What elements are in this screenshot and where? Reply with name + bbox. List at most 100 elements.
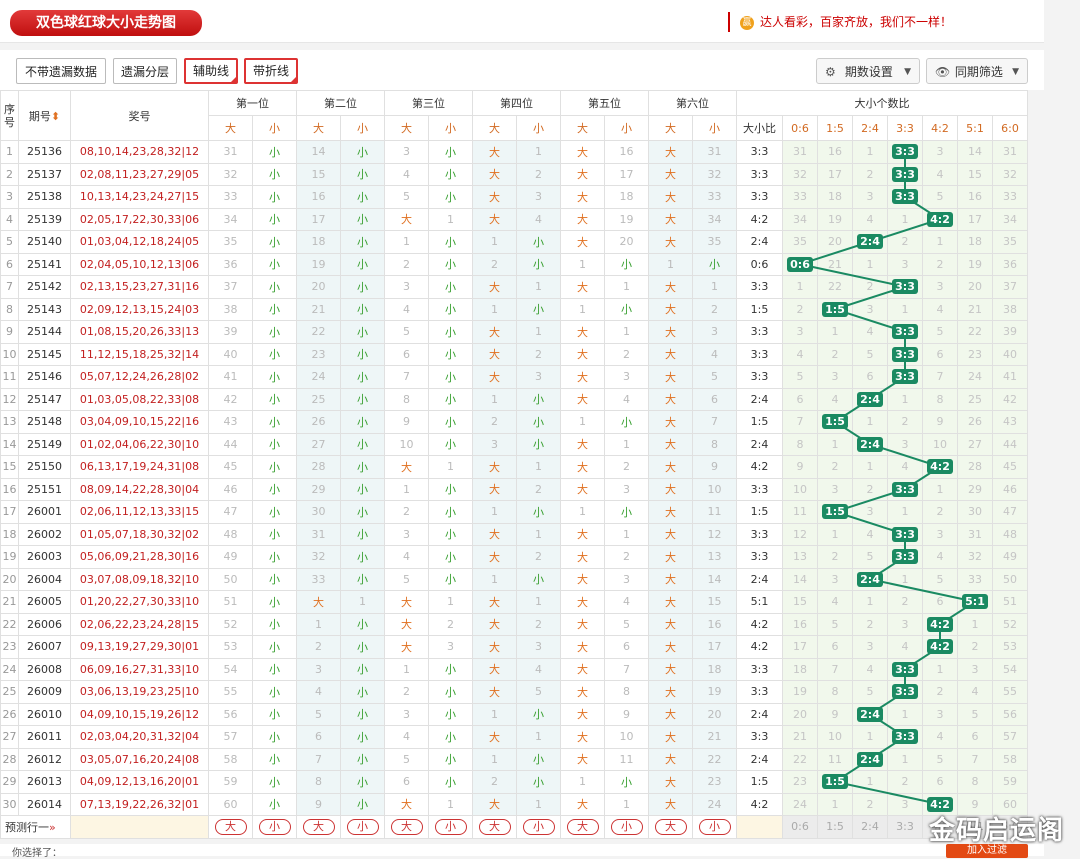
ratio-dist-cell: 4: [957, 680, 993, 704]
position-cell: 小: [428, 522, 473, 546]
same-period-filter-dropdown[interactable]: 👁 同期筛选 ▼: [926, 58, 1028, 84]
pos-header: 第六位: [648, 90, 737, 116]
ratio-dist-cell: 16: [817, 140, 853, 164]
seq-cell: 16: [0, 477, 19, 501]
ratio-dist-cell: 24: [957, 365, 993, 389]
prediction-cell: 大: [648, 815, 693, 839]
position-cell: 小: [252, 230, 297, 254]
ratio-dist-cell: 1: [817, 320, 853, 344]
predict-ratio-button[interactable]: 1:5: [826, 820, 844, 833]
period-setting-dropdown[interactable]: ⚙ 期数设置 ▼: [816, 58, 920, 84]
red-balls: 02,06,22,23,24,28: [79, 617, 182, 631]
ratio-hit-badge: 2:4: [857, 391, 883, 407]
predict-ratio-button[interactable]: 3:3: [896, 820, 914, 833]
ratio-dist-cell: 59: [992, 770, 1028, 794]
position-cell: 小: [340, 230, 385, 254]
ratio-cell: 3:3: [736, 365, 783, 389]
position-cell: 大: [472, 162, 517, 186]
predict-small-button[interactable]: 小: [610, 818, 643, 835]
table-row: 24 26008 06,09,16,27,31,33|10 54 小 3 小 1 小大 4 大 7 大 1…: [0, 657, 1028, 681]
blue-ball: 05: [185, 167, 200, 181]
missing-layer-button[interactable]: 遗漏分层: [113, 58, 177, 84]
prediction-cell: 大: [208, 815, 253, 839]
prediction-cell: 大: [560, 815, 605, 839]
issue-header[interactable]: 期号⬍: [18, 90, 71, 141]
predict-big-button[interactable]: 大: [478, 818, 511, 835]
issue-cell: 25146: [18, 365, 71, 389]
ratio-dist-cell: 19: [957, 252, 993, 276]
ratio-dist-cell: 1: [887, 207, 923, 231]
position-cell: 小: [252, 140, 297, 164]
ratio-dist-cell: 3: [852, 635, 888, 659]
predict-big-button[interactable]: 大: [566, 818, 599, 835]
position-cell: 小: [340, 252, 385, 276]
ratio-dist-cell: 39: [992, 320, 1028, 344]
position-cell: 14: [692, 567, 737, 591]
position-cell: 2: [516, 545, 561, 569]
position-cell: 小: [252, 455, 297, 479]
prize-cell: 01,03,04,12,18,24|05: [70, 230, 209, 254]
predict-small-button[interactable]: 小: [258, 818, 291, 835]
position-cell: 1: [604, 432, 649, 456]
predict-big-button[interactable]: 大: [214, 818, 247, 835]
position-cell: 小: [428, 500, 473, 524]
predict-small-button[interactable]: 小: [522, 818, 555, 835]
issue-cell: 26009: [18, 680, 71, 704]
seq-cell: 11: [0, 365, 19, 389]
ratio-dist-cell: 9: [922, 410, 958, 434]
ratio-dist-cell: 33: [992, 185, 1028, 209]
predict-ratio-button[interactable]: 0:6: [791, 820, 809, 833]
ratio-dist-cell: 1: [887, 567, 923, 591]
position-cell: 小: [340, 162, 385, 186]
trend-table: 序号 期号⬍ 奖号 第一位 第二位 第三位 第四位 第五位 第六位 大小个数比 …: [0, 90, 1028, 839]
ratio-hit-badge: 3:3: [892, 549, 918, 565]
position-cell: 小: [340, 657, 385, 681]
predict-small-button[interactable]: 小: [698, 818, 731, 835]
blue-ball: 14: [185, 347, 200, 361]
prize-cell: 06,09,16,27,31,33|10: [70, 657, 209, 681]
prediction-cell: 小: [252, 815, 297, 839]
position-cell: 大: [560, 702, 605, 726]
position-cell: 小: [340, 725, 385, 749]
ratio-dist-cell: 10: [817, 725, 853, 749]
ratio-dist-cell: 22: [782, 747, 818, 771]
prize-cell: 03,06,13,19,23,25|10: [70, 680, 209, 704]
position-cell: 小: [252, 387, 297, 411]
predict-big-button[interactable]: 大: [654, 818, 687, 835]
position-cell: 小: [340, 567, 385, 591]
position-cell: 49: [208, 545, 253, 569]
table-row: 7 25142 02,13,15,23,27,31|16 37 小 20 小 3 小大 1 大 1 大 1…: [0, 275, 1028, 299]
seq-cell: 23: [0, 635, 19, 659]
position-cell: 小: [428, 185, 473, 209]
sort-icon: ⬍: [50, 109, 61, 123]
ratio-dist-cell: 3: [887, 252, 923, 276]
ratio-dist-cell: 16: [782, 612, 818, 636]
predict-small-button[interactable]: 小: [434, 818, 467, 835]
position-cell: 16: [296, 185, 341, 209]
red-balls: 02,09,12,13,15,24: [79, 302, 182, 316]
position-cell: 37: [208, 275, 253, 299]
predict-ratio-button[interactable]: 2:4: [861, 820, 879, 833]
predict-small-button[interactable]: 小: [346, 818, 379, 835]
medal-icon: 赢: [740, 15, 754, 30]
red-balls: 01,03,05,08,22,33: [79, 392, 182, 406]
position-cell: 1: [516, 792, 561, 816]
fold-line-button[interactable]: 带折线: [244, 58, 298, 84]
predict-big-button[interactable]: 大: [302, 818, 335, 835]
aux-line-button[interactable]: 辅助线: [184, 58, 238, 84]
position-cell: 1: [560, 500, 605, 524]
ratio-key-header: 3:3: [887, 115, 923, 141]
position-cell: 大: [648, 207, 693, 231]
position-cell: 3: [384, 702, 429, 726]
position-cell: 4: [296, 680, 341, 704]
seq-cell: 29: [0, 770, 19, 794]
seq-cell: 4: [0, 207, 19, 231]
blue-ball: 10: [185, 662, 200, 676]
position-cell: 大: [560, 140, 605, 164]
no-missing-data-button[interactable]: 不带遗漏数据: [16, 58, 106, 84]
ratio-dist-cell: 2: [887, 410, 923, 434]
ratio-dist-cell: 3:3: [887, 275, 923, 299]
table-row: 27 26011 02,03,04,20,31,32|04 57 小 6 小 4 小大 1 大 10 大…: [0, 725, 1028, 749]
predict-big-button[interactable]: 大: [390, 818, 423, 835]
position-cell: 15: [692, 590, 737, 614]
